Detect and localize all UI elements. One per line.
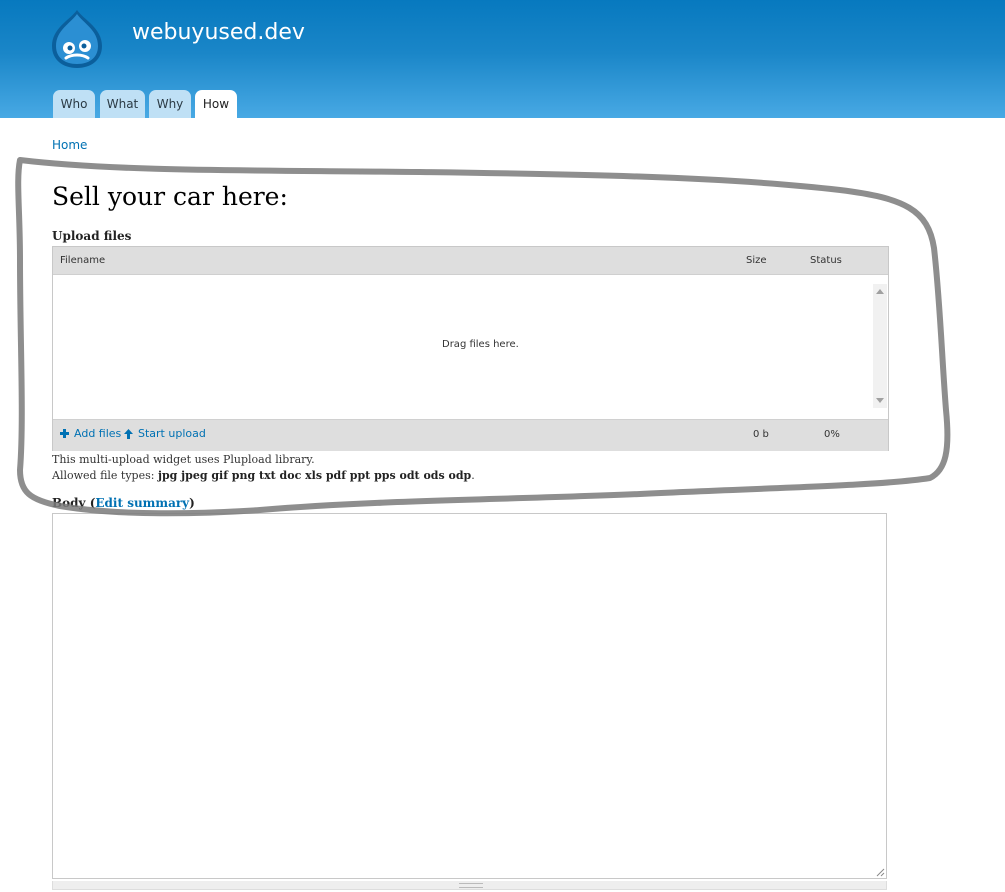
start-upload-label: Start upload xyxy=(138,427,206,440)
status-column-header: Status xyxy=(810,255,842,266)
upload-files-label: Upload files xyxy=(52,229,132,243)
file-drop-zone[interactable]: Drag files here. xyxy=(53,275,873,419)
drupal-logo-icon[interactable] xyxy=(48,8,106,70)
scroll-down-arrow-icon[interactable] xyxy=(876,398,884,403)
allowed-file-types: Allowed file types: jpg jpeg gif png txt… xyxy=(52,469,475,482)
tab-what[interactable]: What xyxy=(100,90,145,118)
file-list-header: Filename Size Status xyxy=(53,247,888,275)
size-column-header: Size xyxy=(746,255,767,266)
body-textarea[interactable] xyxy=(52,513,887,879)
tab-who[interactable]: Who xyxy=(53,90,95,118)
page-title: Sell your car here: xyxy=(52,182,288,211)
scroll-up-arrow-icon[interactable] xyxy=(876,289,884,294)
filename-column-header: Filename xyxy=(60,255,106,266)
site-name[interactable]: webuyused.dev xyxy=(132,20,305,45)
arrow-up-icon xyxy=(124,428,133,439)
drop-zone-text: Drag files here. xyxy=(442,339,519,350)
body-label: Body (Edit summary) xyxy=(52,496,195,510)
allowed-file-types-list: jpg jpeg gif png txt doc xls pdf ppt pps… xyxy=(157,469,472,482)
upload-description: This multi-upload widget uses Plupload l… xyxy=(52,453,315,466)
breadcrumb-home-link[interactable]: Home xyxy=(52,138,87,152)
edit-summary-link[interactable]: Edit summary xyxy=(95,496,189,510)
site-header: webuyused.dev Who What Why How xyxy=(0,0,1005,118)
grippie-handle-icon xyxy=(459,883,483,888)
add-files-label: Add files xyxy=(74,427,122,440)
resize-handle-icon[interactable] xyxy=(876,868,885,877)
tab-how[interactable]: How xyxy=(195,90,237,118)
add-files-button[interactable]: Add files xyxy=(60,427,121,440)
plupload-widget: Filename Size Status Drag files here. Ad… xyxy=(52,246,889,451)
start-upload-button[interactable]: Start upload xyxy=(124,427,206,440)
total-status: 0% xyxy=(824,429,840,440)
file-list-scrollbar[interactable] xyxy=(873,284,887,408)
file-list-footer: Add files Start upload 0 b 0% xyxy=(53,419,888,451)
tab-why[interactable]: Why xyxy=(149,90,191,118)
plus-icon xyxy=(60,429,69,438)
textarea-grippie[interactable] xyxy=(52,881,887,890)
total-size: 0 b xyxy=(753,429,769,440)
